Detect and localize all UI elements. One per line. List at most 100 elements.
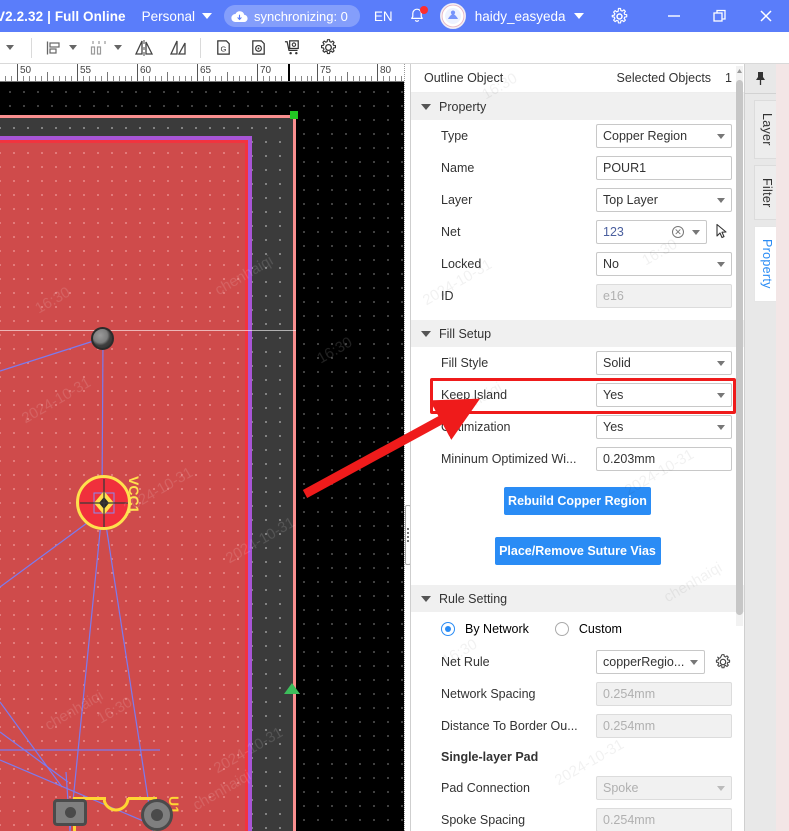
rebuild-copper-region-button[interactable]: Rebuild Copper Region	[504, 487, 651, 515]
pin-panel-button[interactable]	[745, 64, 776, 94]
ruler-tick-label: 55	[80, 65, 92, 76]
radio-label-by-network: By Network	[465, 622, 529, 636]
notifications-button[interactable]	[408, 6, 428, 26]
row-pad-connection: Pad Connection Spoke	[411, 772, 744, 804]
pad-vcc1[interactable]	[76, 475, 131, 530]
row-label: Net Rule	[441, 655, 490, 669]
distance-to-border-value: 0.254mm	[603, 719, 656, 733]
net-rule-select[interactable]: copperRegio...	[596, 650, 705, 674]
scroll-up-arrow-icon[interactable]	[736, 66, 743, 76]
drill-icon	[251, 40, 265, 55]
pad-connection-select: Spoke	[596, 776, 732, 800]
avatar[interactable]	[439, 3, 466, 29]
row-layer: Layer Top Layer	[411, 184, 744, 216]
chevron-down-icon	[717, 424, 725, 430]
section-title: Fill Setup	[439, 326, 492, 341]
layer-value: Top Layer	[603, 193, 658, 207]
fill-style-select[interactable]: Solid	[596, 351, 732, 375]
panel-scrollbar[interactable]	[736, 66, 743, 626]
section-header-fill-setup[interactable]: Fill Setup	[411, 320, 744, 347]
section-header-rule-setting[interactable]: Rule Setting	[411, 585, 744, 612]
radio-label-custom: Custom	[578, 622, 622, 636]
row-name: Name POUR1	[411, 152, 744, 184]
chevron-down-icon	[717, 360, 725, 366]
type-value: Copper Region	[603, 129, 688, 143]
row-label: Distance To Border Ou...	[441, 719, 578, 733]
title-bar: V2.2.32 | Full Online Personal synchroni…	[0, 0, 789, 32]
layer-select[interactable]: Top Layer	[596, 188, 732, 212]
radio-custom[interactable]	[554, 622, 569, 636]
panel-header: Outline Object Selected Objects 1	[411, 64, 744, 93]
pad-14[interactable]	[141, 799, 173, 831]
ruler-tick-label: 50	[20, 65, 32, 76]
name-input[interactable]: POUR1	[596, 156, 732, 180]
flip-vertical-button[interactable]	[165, 36, 191, 60]
pad-1[interactable]	[53, 799, 87, 826]
optimization-select[interactable]: Yes	[596, 415, 732, 439]
toolbar-settings-button[interactable]	[315, 36, 341, 60]
row-fill-style: Fill Style Solid	[411, 347, 744, 379]
language-button[interactable]: EN	[374, 9, 393, 24]
panel-scrollbar-thumb[interactable]	[736, 80, 743, 615]
row-label: Layer	[441, 193, 473, 207]
ruler-tick-label: 70	[260, 65, 272, 76]
net-select[interactable]: 123 ✕	[596, 220, 707, 244]
drill-export-button[interactable]	[245, 36, 271, 60]
row-id: ID e16	[411, 280, 744, 312]
restore-button[interactable]	[697, 0, 743, 32]
row-label: Pad Connection	[441, 781, 530, 795]
place-remove-suture-vias-button[interactable]: Place/Remove Suture Vias	[494, 537, 661, 565]
keep-island-select[interactable]: Yes	[596, 383, 732, 407]
property-panel: Outline Object Selected Objects 1 Proper…	[410, 64, 744, 831]
pick-net-button[interactable]	[715, 223, 729, 242]
tabstrip-background	[776, 64, 789, 831]
pcb-canvas[interactable]: 50 55 60 65 70 75 80 VCC1 U1 16:30	[0, 64, 410, 831]
row-keep-island: Keep Island Yes	[411, 379, 744, 411]
bom-cart-icon	[284, 40, 299, 55]
gerber-export-button[interactable]: G	[210, 36, 236, 60]
account-type-dropdown[interactable]: Personal	[142, 9, 212, 24]
network-spacing-input: 0.254mm	[596, 682, 732, 706]
chevron-down-icon	[692, 229, 700, 235]
row-label: ID	[441, 289, 454, 303]
subheading-single-layer-pad: Single-layer Pad	[441, 750, 539, 764]
type-select[interactable]: Copper Region	[596, 124, 732, 148]
chevron-down-icon	[114, 45, 122, 50]
prev-toolbar-caret[interactable]	[0, 36, 22, 60]
window-controls	[651, 0, 789, 32]
net-value: 123	[603, 225, 624, 239]
user-menu[interactable]: haidy_easyeda	[475, 9, 584, 24]
section-header-property[interactable]: Property	[411, 93, 744, 120]
section-title: Property	[439, 99, 487, 114]
net-rule-settings-button[interactable]	[714, 653, 732, 671]
chevron-down-icon	[717, 785, 725, 791]
distribute-button[interactable]	[86, 36, 122, 60]
cloud-sync-icon	[231, 10, 248, 22]
close-button[interactable]	[743, 0, 789, 32]
minimize-button[interactable]	[651, 0, 697, 32]
pcb-drawing-area[interactable]: VCC1 U1 2 4	[0, 82, 410, 831]
chevron-down-icon	[690, 659, 698, 665]
flip-horizontal-button[interactable]	[131, 36, 157, 60]
bom-cart-button[interactable]	[280, 36, 306, 60]
sync-status-pill[interactable]: synchronizing: 0	[223, 5, 360, 27]
silkscreen-notch-icon	[103, 797, 130, 812]
clear-icon[interactable]: ✕	[672, 226, 684, 238]
settings-button[interactable]	[610, 7, 629, 26]
align-button[interactable]	[41, 36, 77, 60]
radio-by-network[interactable]	[441, 622, 455, 636]
chevron-down-icon	[69, 45, 77, 50]
via[interactable]	[91, 327, 114, 350]
horizontal-ruler[interactable]: 50 55 60 65 70 75 80	[0, 64, 410, 82]
locked-select[interactable]: No	[596, 252, 732, 276]
row-label: Net	[441, 225, 461, 239]
chevron-down-icon	[717, 133, 725, 139]
ratlines-layer	[0, 337, 160, 831]
notification-badge	[419, 6, 428, 14]
flip-horizontal-icon	[134, 39, 154, 56]
thermal-relief-icon	[79, 478, 128, 527]
min-optimized-width-input[interactable]: 0.203mm	[596, 447, 732, 471]
gerber-icon: G	[216, 40, 230, 55]
secondary-toolbar: G	[0, 32, 789, 64]
row-label: Spoke Spacing	[441, 813, 526, 827]
